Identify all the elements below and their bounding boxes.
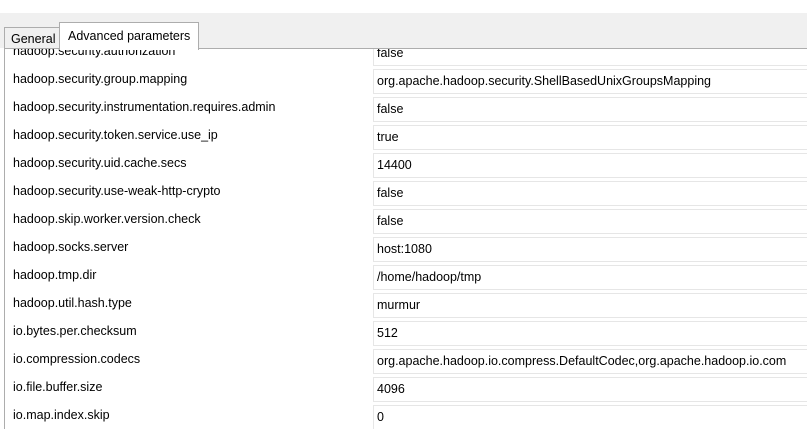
parameter-row: hadoop.util.hash.type murmur	[5, 291, 807, 319]
tab-general[interactable]: General	[4, 27, 63, 48]
parameter-name: hadoop.tmp.dir	[13, 268, 97, 282]
parameter-row: hadoop.security.use-weak-http-crypto fal…	[5, 179, 807, 207]
parameter-value-field[interactable]: false	[373, 97, 807, 122]
parameter-row: io.map.index.skip 0	[5, 403, 807, 429]
parameter-value-field[interactable]: false	[373, 49, 807, 66]
parameter-value-field[interactable]: murmur	[373, 293, 807, 318]
parameter-row: hadoop.security.token.service.use_ip tru…	[5, 123, 807, 151]
parameter-value-field[interactable]: 4096	[373, 377, 807, 402]
parameter-value-field[interactable]: 0	[373, 405, 807, 429]
parameter-name: io.compression.codecs	[13, 352, 141, 366]
parameter-name: hadoop.security.group.mapping	[13, 72, 188, 86]
parameter-name: hadoop.skip.worker.version.check	[13, 212, 201, 226]
parameter-name: hadoop.security.token.service.use_ip	[13, 128, 218, 142]
parameter-row: hadoop.security.group.mapping org.apache…	[5, 67, 807, 95]
parameter-row: io.file.buffer.size 4096	[5, 375, 807, 403]
parameter-value-field[interactable]: /home/hadoop/tmp	[373, 265, 807, 290]
parameter-name: hadoop.security.uid.cache.secs	[13, 156, 187, 170]
window-top-area	[0, 0, 807, 13]
parameter-row: hadoop.skip.worker.version.check false	[5, 207, 807, 235]
parameter-row: hadoop.security.uid.cache.secs 14400	[5, 151, 807, 179]
parameters-list: hadoop.security.authorization false hado…	[5, 49, 807, 429]
parameter-value-field[interactable]: true	[373, 125, 807, 150]
parameter-value-field[interactable]: 512	[373, 321, 807, 346]
tab-advanced-parameters[interactable]: Advanced parameters	[59, 22, 200, 50]
parameter-name: io.map.index.skip	[13, 408, 110, 422]
parameter-name: io.file.buffer.size	[13, 380, 103, 394]
advanced-parameters-panel: hadoop.security.authorization false hado…	[4, 48, 807, 429]
parameter-name: hadoop.socks.server	[13, 240, 129, 254]
parameter-row: hadoop.security.instrumentation.requires…	[5, 95, 807, 123]
parameter-value-field[interactable]: 14400	[373, 153, 807, 178]
parameter-row: hadoop.tmp.dir /home/hadoop/tmp	[5, 263, 807, 291]
parameter-row: io.compression.codecs org.apache.hadoop.…	[5, 347, 807, 375]
parameter-row: hadoop.security.authorization false	[5, 49, 807, 67]
parameter-row: io.bytes.per.checksum 512	[5, 319, 807, 347]
parameter-value-field[interactable]: false	[373, 209, 807, 234]
parameter-value-field[interactable]: org.apache.hadoop.security.ShellBasedUni…	[373, 69, 807, 94]
parameter-name: hadoop.security.use-weak-http-crypto	[13, 184, 221, 198]
parameter-value-field[interactable]: host:1080	[373, 237, 807, 262]
parameter-name: io.bytes.per.checksum	[13, 324, 137, 338]
parameter-name: hadoop.util.hash.type	[13, 296, 132, 310]
parameter-name: hadoop.security.instrumentation.requires…	[13, 100, 276, 114]
parameter-value-field[interactable]: false	[373, 181, 807, 206]
parameter-value-field[interactable]: org.apache.hadoop.io.compress.DefaultCod…	[373, 349, 807, 374]
parameter-row: hadoop.socks.server host:1080	[5, 235, 807, 263]
